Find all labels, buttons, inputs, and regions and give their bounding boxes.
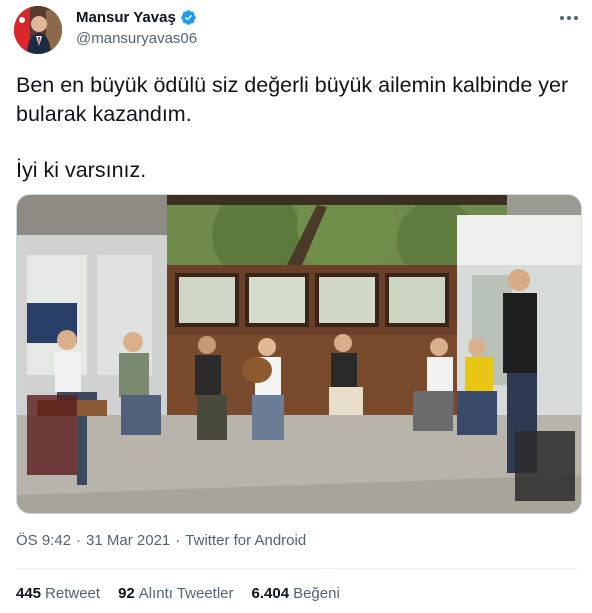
tweet-timestamp: ÖS 9:42 · 31 Mar 2021 · Twitter for Andr… <box>16 532 306 549</box>
tweet-stats: 445 Retweet 92 Alıntı Tweetler 6.404 Beğ… <box>16 585 340 602</box>
tweet-time[interactable]: ÖS 9:42 <box>16 532 71 549</box>
tweet-text-line-1: Ben en büyük ödülü siz değerli büyük ail… <box>16 73 569 126</box>
divider <box>16 568 578 569</box>
tweet-card: Mansur Yavaş @mansuryavas06 Ben en büyük… <box>0 0 592 613</box>
likes-count: 6.404 <box>251 585 290 602</box>
quote-tweets-stat[interactable]: 92 Alıntı Tweetler <box>118 585 233 602</box>
tweet-text-line-2: İyi ki varsınız. <box>16 158 147 182</box>
meta-separator-2: · <box>175 532 181 549</box>
author-name-text: Mansur Yavaş <box>76 9 176 26</box>
retweets-stat[interactable]: 445 Retweet <box>16 585 100 602</box>
retweets-label: Retweet <box>45 585 101 602</box>
quotes-count: 92 <box>118 585 135 602</box>
tweet-date[interactable]: 31 Mar 2021 <box>86 532 170 549</box>
video-thumbnail-icon <box>17 195 581 513</box>
quotes-label: Alıntı Tweetler <box>138 585 234 602</box>
retweets-count: 445 <box>16 585 42 602</box>
verified-badge-icon <box>181 10 196 25</box>
more-options-icon[interactable] <box>558 8 580 28</box>
meta-separator-1: · <box>76 532 82 549</box>
tweet-text: Ben en büyük ödülü siz değerli büyük ail… <box>16 71 581 185</box>
tweet-video[interactable] <box>16 194 582 514</box>
tweet-source[interactable]: Twitter for Android <box>185 532 306 549</box>
likes-stat[interactable]: 6.404 Beğeni <box>252 585 340 602</box>
author-handle[interactable]: @mansuryavas06 <box>76 30 197 47</box>
likes-label: Beğeni <box>293 585 340 602</box>
avatar[interactable] <box>14 6 62 54</box>
author-name[interactable]: Mansur Yavaş <box>76 9 197 26</box>
